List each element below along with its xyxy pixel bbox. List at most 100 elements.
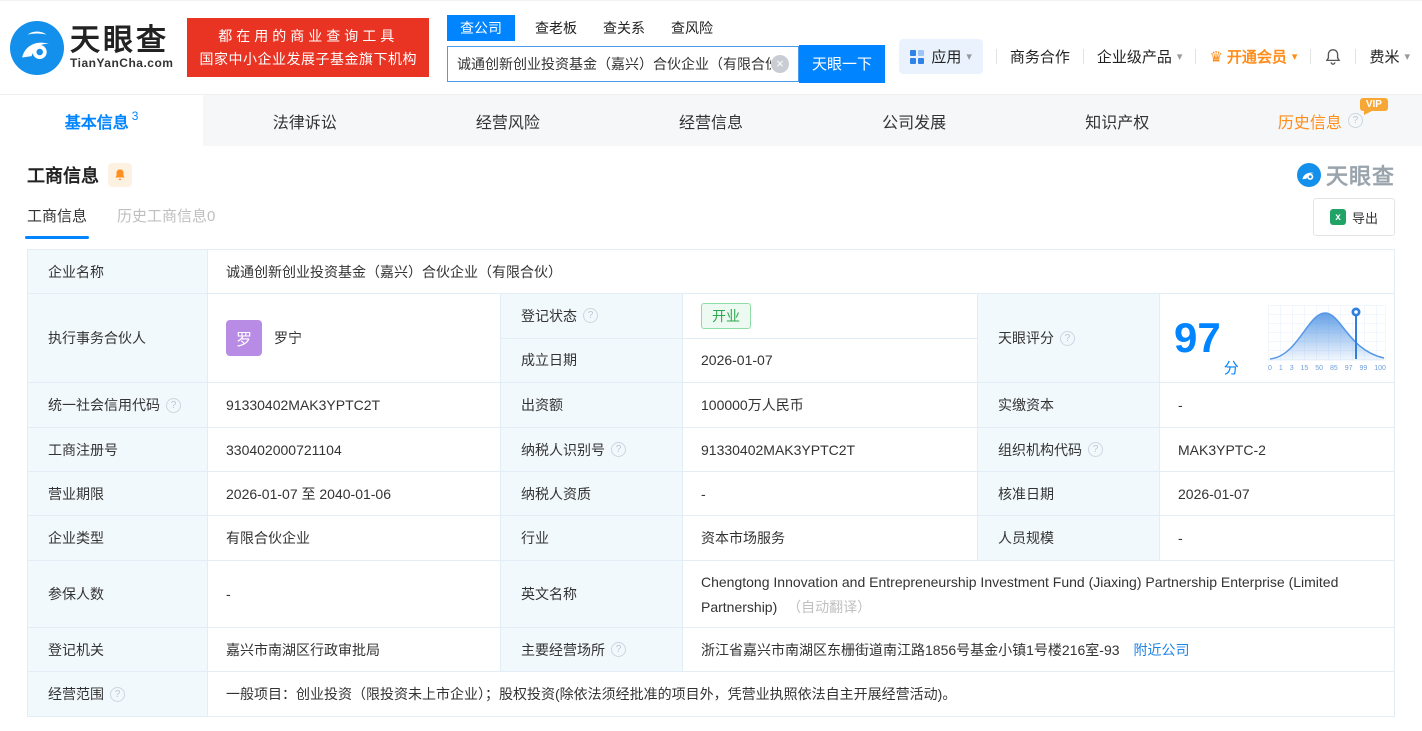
business-cooperation-link[interactable]: 商务合作	[1010, 46, 1070, 67]
search-tab-company[interactable]: 查公司	[446, 14, 515, 41]
field-value-establish-date: 2026-01-07	[701, 352, 773, 369]
table-row: 参保人数 - 英文名称 Chengtong Innovation and Ent…	[28, 561, 1395, 628]
search-tab-relation[interactable]: 查关系	[603, 15, 645, 41]
field-label-reg-status: 登记状态	[501, 294, 683, 338]
table-row: 企业名称 诚通创新创业投资基金（嘉兴）合伙企业（有限合伙）	[28, 250, 1395, 294]
tab-history-info[interactable]: VIP 历史信息	[1219, 95, 1422, 146]
help-icon[interactable]	[611, 442, 626, 457]
field-value-partner: 罗 罗宁	[208, 294, 501, 383]
notification-bell-icon[interactable]	[1324, 48, 1342, 66]
help-icon[interactable]	[166, 397, 181, 413]
tianyancha-logo[interactable]: 天眼查 TianYanCha.com	[10, 20, 173, 75]
field-value-reg-authority: 嘉兴市南湖区行政审批局	[208, 628, 501, 672]
field-value-company-type: 有限合伙企业	[208, 516, 501, 561]
auto-translate-note: （自动翻译）	[787, 598, 872, 615]
table-row: 工商注册号 330402000721104 纳税人识别号 91330402MAK…	[28, 428, 1395, 472]
partner-avatar[interactable]: 罗	[226, 320, 262, 356]
table-row: 经营范围 一般项目：创业投资（限投资未上市企业）；股权投资(除依法须经批准的项目…	[28, 672, 1395, 717]
search-bar: 天眼一下	[446, 44, 885, 83]
nav-divider	[995, 49, 997, 64]
help-icon[interactable]	[1060, 330, 1075, 346]
business-place-text: 浙江省嘉兴市南湖区东栅街道南江路1856号基金小镇1号楼216室-93	[701, 641, 1120, 658]
field-value-business-term: 2026-01-07 至 2040-01-06	[208, 472, 501, 516]
subtab-business-info[interactable]: 工商信息	[24, 205, 90, 239]
field-label-score: 天眼评分	[978, 294, 1160, 383]
field-label-business-term: 营业期限	[28, 472, 208, 516]
section-title: 工商信息	[27, 165, 99, 186]
header-nav: 应用 商务合作 企业级产品 开通会员 费米	[899, 39, 1410, 74]
tab-operation-info[interactable]: 经营信息	[609, 95, 812, 146]
excel-icon	[1329, 209, 1346, 225]
open-vip-menu[interactable]: 开通会员	[1209, 46, 1297, 67]
promo-banner: 都在用的商业查询工具 国家中小企业发展子基金旗下机构	[187, 18, 429, 77]
field-label-industry: 行业	[501, 516, 683, 561]
tab-intellectual-property-label: 知识产权	[1085, 114, 1150, 132]
search-input[interactable]	[456, 55, 771, 72]
status-date-subgrid: 登记状态 开业 成立日期 2026-01-07	[501, 294, 978, 383]
search-tab-boss[interactable]: 查老板	[535, 15, 577, 41]
open-vip-label: 开通会员	[1226, 49, 1287, 66]
axis-tick: 97	[1344, 364, 1353, 372]
axis-tick: 3	[1289, 364, 1294, 372]
tab-company-development-label: 公司发展	[882, 114, 947, 132]
export-button[interactable]: 导出	[1313, 198, 1395, 236]
table-row: 企业类型 有限合伙企业 行业 资本市场服务 人员规模 -	[28, 516, 1395, 561]
field-value-capital: 100000万人民币	[683, 383, 978, 428]
reg-status-label-text: 登记状态	[521, 307, 577, 324]
search-tabs: 查公司 查老板 查关系 查风险	[446, 14, 885, 41]
field-value-taxpayer-id: 91330402MAK3YPTC2T	[683, 428, 978, 472]
nearby-companies-link[interactable]: 附近公司	[1134, 640, 1190, 660]
clear-icon[interactable]	[770, 54, 789, 73]
tab-basic-info[interactable]: 基本信息 3	[0, 95, 204, 146]
tab-basic-info-label: 基本信息	[64, 114, 129, 132]
table-subrow: 登记状态 开业	[501, 294, 977, 338]
tab-operation-risk[interactable]: 经营风险	[406, 95, 609, 146]
field-label-taxpayer-quality: 纳税人资质	[501, 472, 683, 516]
help-icon[interactable]	[110, 686, 125, 702]
field-value-business-scope: 一般项目：创业投资（限投资未上市企业）；股权投资(除依法须经批准的项目外，凭营业…	[208, 672, 1395, 717]
tab-operation-risk-label: 经营风险	[475, 114, 540, 132]
help-icon[interactable]	[611, 642, 626, 657]
table-subrow: 成立日期 2026-01-07	[501, 337, 977, 382]
field-value-industry: 资本市场服务	[683, 516, 978, 561]
export-label: 导出	[1351, 210, 1378, 226]
org-code-label-text: 组织机构代码	[998, 441, 1082, 458]
company-tabs: 基本信息 3 法律诉讼 经营风险 经营信息 公司发展 知识产权 VIP 历史信息	[0, 94, 1422, 146]
field-label-company-name: 企业名称	[28, 250, 208, 294]
monitor-bell-button[interactable]	[108, 162, 132, 187]
tab-legal[interactable]: 法律诉讼	[203, 95, 406, 146]
banner-line2: 国家中小企业发展子基金旗下机构	[199, 50, 417, 67]
search-tab-risk[interactable]: 查风险	[671, 15, 713, 41]
apps-label: 应用	[931, 49, 962, 66]
field-value-company-name: 诚通创新创业投资基金（嘉兴）合伙企业（有限合伙）	[208, 250, 1395, 294]
enterprise-products-menu[interactable]: 企业级产品	[1097, 46, 1183, 67]
apps-grid-icon	[910, 49, 925, 64]
tab-intellectual-property[interactable]: 知识产权	[1016, 95, 1219, 146]
partner-name[interactable]: 罗宁	[274, 328, 302, 348]
tab-company-development[interactable]: 公司发展	[813, 95, 1016, 146]
axis-tick: 15	[1300, 364, 1309, 372]
help-icon[interactable]	[583, 308, 598, 324]
help-icon[interactable]	[1347, 113, 1363, 128]
user-menu[interactable]: 费米	[1369, 46, 1410, 67]
subtab-row: 工商信息 历史工商信息0 导出	[24, 196, 1395, 240]
field-value-insured-count: -	[208, 561, 501, 628]
field-label-establish-date: 成立日期	[501, 338, 683, 382]
subtab-history-business-info[interactable]: 历史工商信息0	[117, 205, 215, 239]
field-label-staff-size: 人员规模	[978, 516, 1160, 561]
banner-line1: 都在用的商业查询工具	[218, 28, 399, 45]
apps-menu[interactable]: 应用	[899, 39, 983, 74]
bell-icon	[115, 168, 125, 180]
field-value-paid-capital: -	[1160, 383, 1395, 428]
help-icon[interactable]	[1088, 442, 1103, 457]
axis-tick: 99	[1359, 364, 1368, 372]
field-value-org-code: MAK3YPTC-2	[1160, 428, 1395, 472]
vip-badge: VIP	[1359, 98, 1388, 115]
field-label-insured-count: 参保人数	[28, 561, 208, 628]
nav-divider	[1355, 49, 1357, 64]
crown-icon	[1209, 48, 1222, 66]
search-button[interactable]: 天眼一下	[798, 44, 885, 83]
table-row: 登记机关 嘉兴市南湖区行政审批局 主要经营场所 浙江省嘉兴市南湖区东栅街道南江路…	[28, 628, 1395, 672]
credit-code-label-text: 统一社会信用代码	[48, 397, 160, 413]
business-scope-label-text: 经营范围	[48, 686, 104, 702]
